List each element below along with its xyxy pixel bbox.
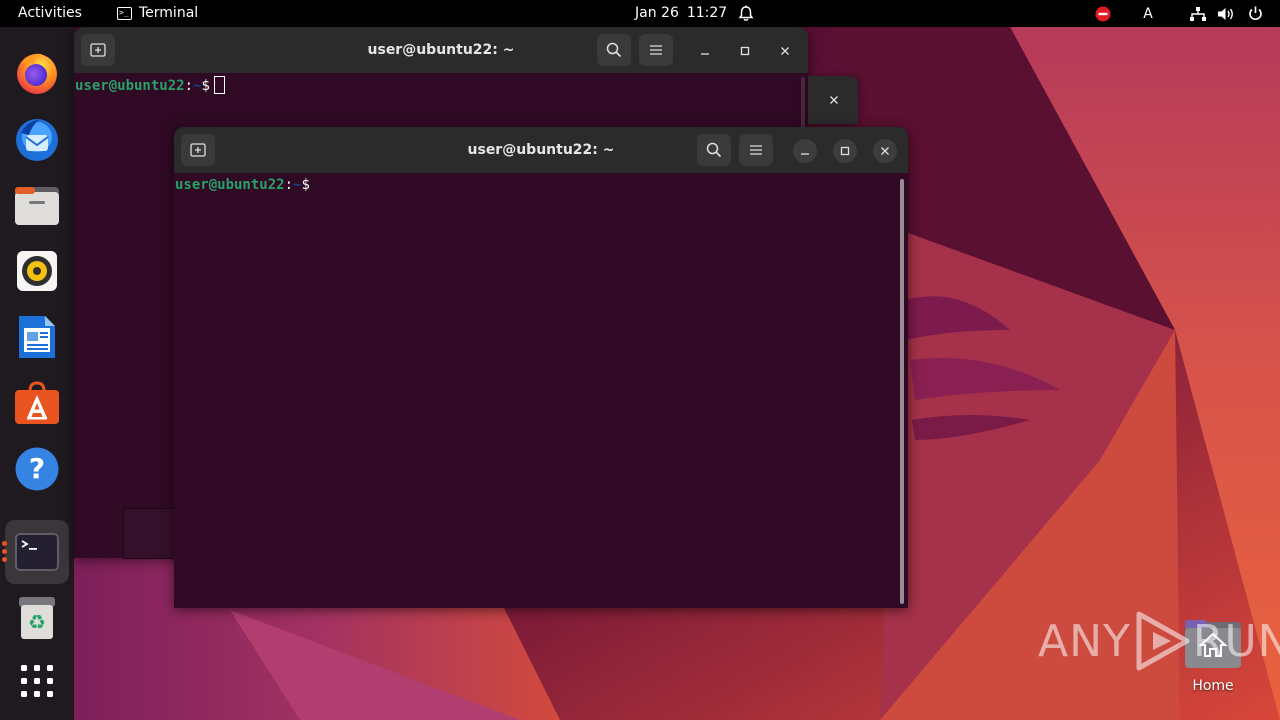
dock-firefox[interactable] bbox=[5, 41, 69, 105]
close-button[interactable] bbox=[822, 88, 846, 112]
app-menu[interactable]: >_ Terminal bbox=[117, 0, 198, 27]
clock-time: 11:27 bbox=[686, 5, 728, 21]
text-cursor bbox=[213, 76, 225, 94]
clock-date: Jan 26 bbox=[635, 5, 679, 21]
terminal-header-front[interactable]: user@ubuntu22: ~ bbox=[174, 127, 908, 173]
maximize-icon bbox=[740, 46, 750, 56]
background-window-fragment bbox=[123, 508, 175, 559]
rhythmbox-icon bbox=[17, 251, 57, 291]
svg-text:?: ? bbox=[29, 452, 45, 485]
dock-thunderbird[interactable] bbox=[5, 107, 69, 171]
minimize-icon bbox=[801, 153, 809, 155]
dock: ? ♻ bbox=[0, 27, 74, 720]
dock-files[interactable] bbox=[5, 173, 69, 237]
hamburger-menu-icon bbox=[650, 45, 662, 55]
terminal-small-icon: >_ bbox=[117, 7, 132, 20]
dock-trash[interactable]: ♻ bbox=[5, 586, 69, 650]
maximize-button[interactable] bbox=[833, 139, 857, 163]
menu-button[interactable] bbox=[639, 34, 673, 66]
volume-icon[interactable] bbox=[1217, 0, 1235, 27]
notification-bell-icon[interactable] bbox=[738, 0, 754, 27]
thunderbird-icon bbox=[16, 119, 58, 161]
watermark-text-right: RUN bbox=[1192, 615, 1280, 667]
svg-text:♻: ♻ bbox=[28, 610, 46, 634]
minimize-button[interactable] bbox=[693, 39, 717, 63]
firefox-icon bbox=[17, 53, 57, 94]
app-center-icon bbox=[15, 381, 59, 424]
play-logo-icon bbox=[1136, 611, 1190, 671]
dock-app-center[interactable] bbox=[5, 371, 69, 435]
terminal-prompt[interactable]: user@ubuntu22:~$ bbox=[175, 177, 310, 193]
dock-rhythmbox[interactable] bbox=[5, 239, 69, 303]
top-bar: Activities >_ Terminal Jan 26 11:27 A bbox=[0, 0, 1280, 27]
app-menu-label: Terminal bbox=[139, 5, 199, 21]
close-button[interactable] bbox=[773, 39, 797, 63]
writer-icon bbox=[19, 316, 55, 358]
close-icon bbox=[881, 147, 889, 155]
scrollbar[interactable] bbox=[900, 179, 904, 604]
minimize-icon bbox=[701, 53, 709, 55]
search-icon bbox=[706, 142, 722, 158]
close-icon bbox=[781, 47, 789, 55]
background-window-edge bbox=[808, 76, 858, 124]
home-folder-label[interactable]: Home bbox=[1173, 678, 1253, 694]
input-source-indicator[interactable]: A bbox=[1140, 0, 1156, 27]
maximize-icon bbox=[840, 146, 850, 156]
do-not-disturb-icon[interactable] bbox=[1094, 0, 1112, 27]
terminal-window-front[interactable]: user@ubuntu22: ~ user@ubuntu22:~$ bbox=[174, 127, 908, 608]
close-icon bbox=[830, 96, 838, 104]
activities-label: Activities bbox=[18, 5, 82, 21]
close-button[interactable] bbox=[873, 139, 897, 163]
dock-show-apps[interactable] bbox=[5, 649, 69, 713]
terminal-icon bbox=[15, 533, 59, 571]
terminal-prompt[interactable]: user@ubuntu22:~$ bbox=[75, 76, 225, 94]
hamburger-menu-icon bbox=[750, 145, 762, 155]
maximize-button[interactable] bbox=[733, 39, 757, 63]
watermark-text-left: ANY bbox=[1038, 615, 1131, 667]
anyrun-watermark: ANY RUN bbox=[1038, 608, 1280, 674]
clock[interactable]: Jan 26 11:27 bbox=[635, 0, 727, 27]
running-indicator bbox=[2, 541, 7, 546]
help-icon: ? bbox=[15, 447, 59, 491]
network-icon[interactable] bbox=[1189, 0, 1207, 27]
files-icon bbox=[15, 187, 59, 225]
trash-icon: ♻ bbox=[19, 597, 55, 639]
search-icon bbox=[606, 42, 622, 58]
terminal-header-back[interactable]: user@ubuntu22: ~ bbox=[74, 27, 808, 73]
activities-button[interactable]: Activities bbox=[18, 0, 82, 27]
running-indicator bbox=[2, 557, 7, 562]
minimize-button[interactable] bbox=[793, 139, 817, 163]
menu-button[interactable] bbox=[739, 134, 773, 166]
running-indicator bbox=[2, 549, 7, 554]
search-button[interactable] bbox=[597, 34, 631, 66]
show-apps-icon bbox=[21, 665, 53, 697]
dock-libreoffice-writer[interactable] bbox=[5, 305, 69, 369]
dock-terminal[interactable] bbox=[5, 520, 69, 584]
search-button[interactable] bbox=[697, 134, 731, 166]
dock-help[interactable]: ? bbox=[5, 437, 69, 501]
power-icon[interactable] bbox=[1246, 0, 1264, 27]
